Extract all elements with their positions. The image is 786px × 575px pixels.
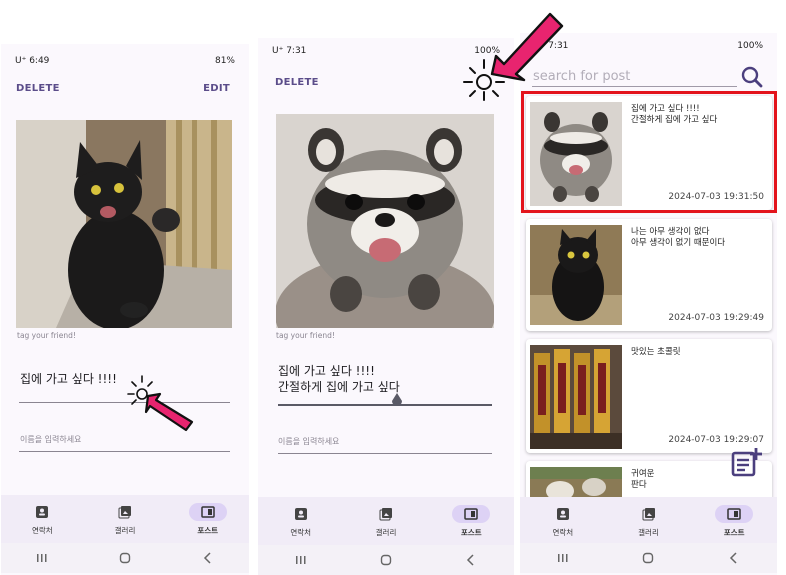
back-icon[interactable] [200,550,216,566]
text-cursor-handle-icon[interactable] [391,393,403,409]
phone-screen-edit-before: U⁺ 6:49 81% DELETE EDIT tag your friend!… [1,44,249,575]
home-icon[interactable] [640,550,656,566]
black-cat-photo-icon [16,120,232,328]
post-text-field[interactable]: 집에 가고 싶다 !!!! 간절하게 집에 가고 싶다 [278,363,400,395]
system-navigation-bar [258,545,514,575]
nav-gallery[interactable]: 갤러리 [84,495,167,543]
nav-posts-label: 포스트 [197,525,219,535]
bottom-navigation: 연락처 갤러리 포스트 [258,497,514,545]
recents-icon[interactable] [555,550,571,566]
post-card-text: 맛있는 초콜릿 [631,347,681,357]
nav-contacts[interactable]: 연락처 [258,497,343,545]
posts-icon [715,504,754,523]
post-card-time: 2024-07-03 19:29:07 [668,435,764,445]
nav-posts[interactable]: 포스트 [691,497,777,545]
black-cat-photo-icon [530,225,622,325]
nav-gallery[interactable]: 갤러리 [343,497,428,545]
system-navigation-bar [520,543,777,573]
back-icon[interactable] [726,550,742,566]
post-card-text: 귀여운 판다 [631,469,655,490]
posts-icon [188,502,227,521]
recents-icon[interactable] [293,552,309,568]
posts-icon [452,504,491,523]
status-battery: 100% [737,41,763,51]
nav-posts-label: 포스트 [460,527,482,537]
selected-post-highlight [521,91,777,213]
search-icon [741,66,763,88]
nav-posts-label: 포스트 [723,527,745,537]
post-card[interactable]: 맛있는 초콜릿 2024-07-03 19:29:07 [526,339,772,453]
gallery-icon [636,505,662,523]
tap-pointer-arrow-icon [463,12,564,101]
status-bar: U⁺ 6:49 81% [1,48,249,74]
system-navigation-bar [1,543,249,573]
post-photo[interactable] [16,120,232,328]
phone-screen-post-list: U⁺ 7:31 100% 집에 가고 싶다 !!!! 간절하게 집에 가고 싶다 [520,33,777,575]
tag-friend-hint: tag your friend! [276,331,335,340]
nav-gallery[interactable]: 갤러리 [606,497,692,545]
nav-posts[interactable]: 포스트 [429,497,514,545]
post-text-field[interactable]: 집에 가고 싶다 !!!! [20,371,117,387]
status-time: U⁺ 7:31 [272,46,307,56]
nav-contacts[interactable]: 연락처 [520,497,606,545]
post-thumbnail [530,345,622,449]
name-input-underline [278,453,492,454]
raccoon-photo-icon [276,114,494,328]
home-icon[interactable] [378,552,394,568]
tag-friend-hint: tag your friend! [17,331,76,340]
post-thumbnail [530,467,622,501]
name-input[interactable]: 이름을 입력하세요 [20,434,81,445]
edit-button[interactable]: EDIT [203,83,230,94]
nav-gallery-label: 갤러리 [375,527,397,537]
nav-gallery-label: 갤러리 [638,527,659,537]
post-text-underline [278,404,492,406]
status-time: U⁺ 6:49 [15,56,50,66]
chocolate-photo-icon [530,345,622,449]
contact-card-icon [29,503,55,521]
name-input[interactable]: 이름을 입력하세요 [278,436,339,447]
nav-contacts[interactable]: 연락처 [1,495,84,543]
post-photo[interactable] [276,114,494,328]
tap-pointer-arrow-icon [127,375,194,432]
search-button[interactable] [740,65,764,89]
name-input-underline [19,451,230,452]
gallery-icon [373,505,399,523]
post-card-text: 나는 아무 생각이 없다 아무 생각이 없기 때문이다 [631,227,726,248]
post-thumbnail [530,225,622,325]
new-post-button[interactable] [729,446,763,480]
post-add-icon [731,448,762,477]
status-battery: 81% [214,56,235,66]
nav-contacts-label: 연락처 [31,525,53,535]
post-card[interactable]: 나는 아무 생각이 없다 아무 생각이 없기 때문이다 2024-07-03 1… [526,219,772,331]
recents-icon[interactable] [34,550,50,566]
post-card-time: 2024-07-03 19:29:49 [668,313,764,323]
back-icon[interactable] [463,552,479,568]
nav-contacts-label: 연락처 [290,527,312,537]
phone-screen-edit-after: U⁺ 7:31 100% DELETE tag your friend! 집에 … [258,38,514,575]
nav-gallery-label: 갤러리 [114,525,136,535]
delete-button[interactable]: DELETE [275,77,319,88]
contact-card-icon [550,505,576,523]
contact-card-icon [288,505,314,523]
home-icon[interactable] [117,550,133,566]
nav-contacts-label: 연락처 [552,527,574,537]
bottom-navigation: 연락처 갤러리 포스트 [520,497,777,545]
delete-button[interactable]: DELETE [16,83,60,94]
bottom-navigation: 연락처 갤러리 포스트 [1,495,249,543]
nav-posts[interactable]: 포스트 [166,495,249,543]
gallery-icon [112,503,138,521]
panda-photo-icon [530,467,622,501]
